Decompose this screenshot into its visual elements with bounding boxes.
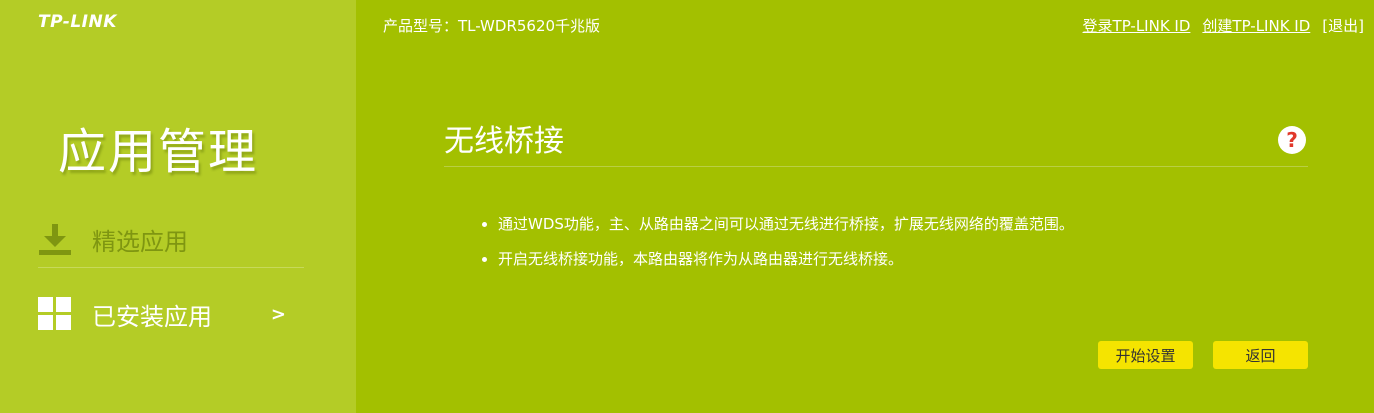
list-item: 通过WDS功能，主、从路由器之间可以通过无线进行桥接，扩展无线网络的覆盖范围。: [498, 212, 1074, 247]
tplink-logo: TP-LINK: [38, 12, 117, 32]
sidebar-title: 应用管理: [58, 124, 259, 180]
start-setup-button[interactable]: 开始设置: [1098, 341, 1193, 369]
sidebar: TP-LINK 应用管理 精选应用 已安装应用 >: [0, 0, 356, 413]
create-tplink-id-link[interactable]: 创建TP-LINK ID: [1202, 15, 1310, 36]
help-icon[interactable]: ?: [1278, 126, 1306, 154]
page-title: 无线桥接: [444, 124, 564, 159]
sidebar-item-label: 精选应用: [92, 227, 188, 256]
title-divider: [444, 166, 1308, 167]
app-root: TP-LINK 应用管理 精选应用 已安装应用 > 产品型号：TL-WDR562…: [0, 0, 1374, 413]
logout-link[interactable]: [退出]: [1322, 15, 1364, 36]
download-icon: [38, 222, 72, 256]
sidebar-item-installed-apps[interactable]: 已安装应用 >: [38, 286, 304, 342]
login-tplink-id-link[interactable]: 登录TP-LINK ID: [1083, 15, 1191, 36]
description-list: 通过WDS功能，主、从路由器之间可以通过无线进行桥接，扩展无线网络的覆盖范围。 …: [480, 212, 1074, 282]
chevron-right-icon: >: [270, 303, 286, 325]
sidebar-item-label: 已安装应用: [92, 302, 212, 331]
sidebar-item-featured-apps[interactable]: 精选应用: [38, 211, 304, 268]
product-model: 产品型号：TL-WDR5620千兆版: [383, 17, 601, 35]
back-button[interactable]: 返回: [1213, 341, 1308, 369]
account-links: 登录TP-LINK ID 创建TP-LINK ID [退出]: [1083, 15, 1364, 36]
list-item: 开启无线桥接功能，本路由器将作为从路由器进行无线桥接。: [498, 247, 1074, 282]
grid-icon: [38, 297, 72, 331]
